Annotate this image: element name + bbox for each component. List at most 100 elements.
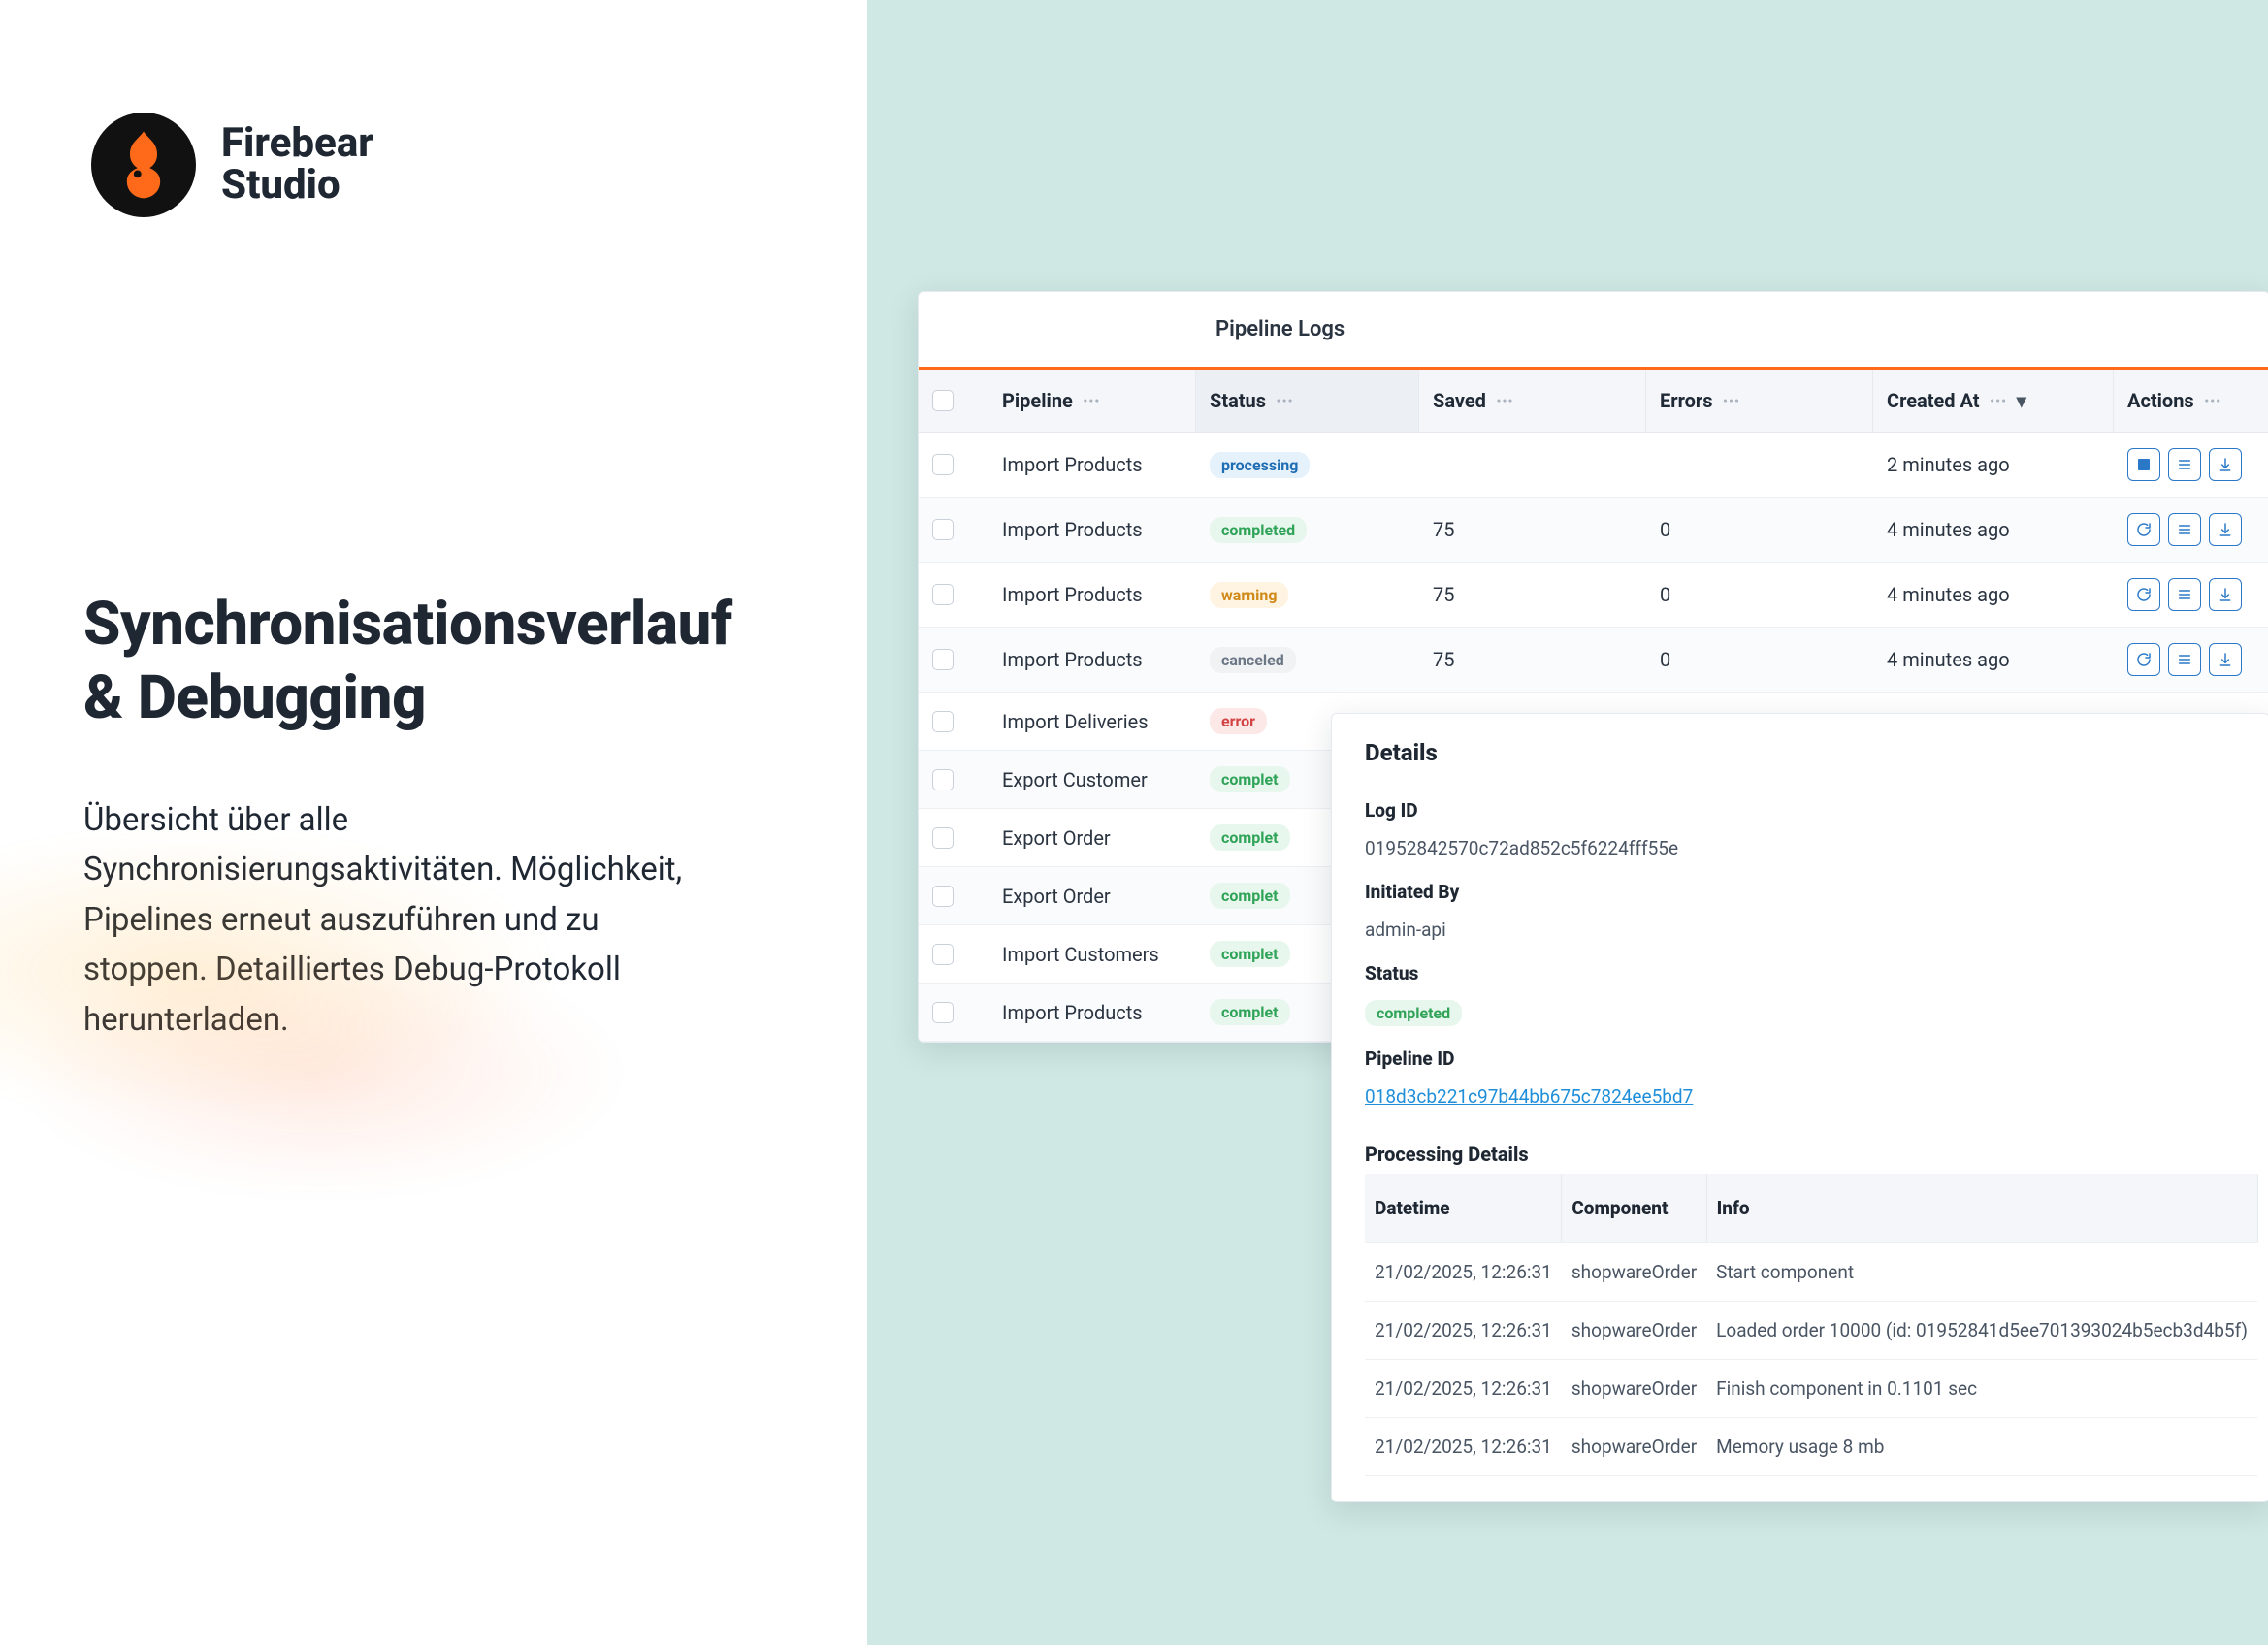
headline-line1: Synchronisationsverlauf [83,589,732,660]
cell-pipeline: Export Order [988,809,1196,867]
cell-created: 4 minutes ago [1873,498,2114,563]
col-menu-icon[interactable]: ··· [2204,389,2221,412]
download-log-button[interactable] [2209,643,2242,676]
col-menu-icon[interactable]: ··· [1276,389,1293,412]
col-menu-icon[interactable]: ··· [1496,389,1513,412]
cell-component: shopwareOrder [1562,1302,1706,1360]
brand-name-line2: Studio [221,164,373,207]
page-copy: Übersicht über alle Synchronisierungsakt… [83,795,704,1045]
status-badge: complet [1210,941,1290,967]
cell-saved: 75 [1419,628,1646,693]
row-checkbox[interactable] [932,769,954,790]
cell-errors: 0 [1646,563,1873,628]
cell-component: shopwareOrder [1562,1418,1706,1476]
cell-actions [2114,433,2268,498]
table-row[interactable]: Import Productscompleted7504 minutes ago [919,498,2268,563]
download-log-button[interactable] [2209,578,2242,611]
cell-info: Loaded order 10000 (id: 01952841d5ee7013… [1706,1302,2257,1360]
brand: Firebear Studio [91,113,373,217]
col-menu-icon[interactable]: ··· [1083,389,1100,412]
label-log-id: Log ID [1365,799,2236,822]
row-checkbox[interactable] [932,944,954,965]
col-info[interactable]: Info [1706,1174,2257,1243]
cell-errors [1646,433,1873,498]
action-group [2127,643,2261,676]
col-checkbox[interactable] [919,370,988,433]
view-logs-button[interactable] [2168,643,2201,676]
col-created[interactable]: Created At···▾ [1873,370,2114,433]
row-checkbox[interactable] [932,649,954,670]
download-log-button[interactable] [2209,448,2242,481]
cell-errors: 0 [1646,498,1873,563]
headline-line2: & Debugging [83,662,426,733]
col-errors-label: Errors [1660,389,1712,412]
table-row[interactable]: Import Productsprocessing2 minutes ago [919,433,2268,498]
view-logs-button[interactable] [2168,578,2201,611]
row-checkbox[interactable] [932,1002,954,1023]
download-log-button[interactable] [2209,513,2242,546]
chevron-down-icon[interactable]: ▾ [2017,389,2026,412]
row-checkbox[interactable] [932,711,954,732]
cell-pipeline: Import Deliveries [988,693,1196,751]
cell-datetime: 21/02/2025, 12:26:31 [1365,1360,1562,1418]
cell-info: Memory usage 8 mb [1706,1418,2257,1476]
cell-actions [2114,498,2268,563]
page-headline: Synchronisationsverlauf & Debugging [83,588,732,734]
table-row[interactable]: Import Productswarning7504 minutes ago [919,563,2268,628]
value-log-id: 01952842570c72ad852c5f6224fff55e [1365,837,2236,859]
cell-pipeline: Export Customer [988,751,1196,809]
value-initiated-by: admin-api [1365,919,2236,941]
col-menu-icon[interactable]: ··· [1990,389,2007,412]
cell-actions [2114,628,2268,693]
status-badge: warning [1210,582,1288,608]
cell-errors: 0 [1646,628,1873,693]
col-status[interactable]: Status··· [1196,370,1419,433]
label-pipeline-id: Pipeline ID [1365,1048,2236,1070]
col-datetime[interactable]: Datetime [1365,1174,1562,1243]
cell-pipeline: Import Products [988,498,1196,563]
view-logs-button[interactable] [2168,513,2201,546]
pipeline-logs-title: Pipeline Logs [919,292,2268,370]
col-pipeline[interactable]: Pipeline ··· [988,370,1196,433]
status-badge: complet [1210,999,1290,1025]
view-logs-button[interactable] [2168,448,2201,481]
cell-created: 4 minutes ago [1873,628,2114,693]
cell-created: 2 minutes ago [1873,433,2114,498]
cell-status: completed [1196,498,1419,563]
select-all-checkbox[interactable] [932,390,954,411]
label-processing-details: Processing Details [1365,1143,2236,1166]
table-row: 21/02/2025, 12:26:31shopwareOrderLoaded … [1365,1302,2257,1360]
table-row[interactable]: Import Productscanceled7504 minutes ago [919,628,2268,693]
action-group [2127,448,2261,481]
value-pipeline-id-link[interactable]: 018d3cb221c97b44bb675c7824ee5bd7 [1365,1085,1693,1108]
cell-status: warning [1196,563,1419,628]
cell-component: shopwareOrder [1562,1360,1706,1418]
rerun-button[interactable] [2127,513,2160,546]
rerun-button[interactable] [2127,643,2160,676]
status-badge: complet [1210,766,1290,792]
col-component[interactable]: Component [1562,1174,1706,1243]
cell-created: 4 minutes ago [1873,563,2114,628]
cell-datetime: 21/02/2025, 12:26:31 [1365,1302,1562,1360]
rerun-button[interactable] [2127,578,2160,611]
cell-pipeline: Import Customers [988,925,1196,984]
cell-saved: 75 [1419,563,1646,628]
action-group [2127,578,2261,611]
row-checkbox[interactable] [932,454,954,475]
cell-pipeline: Import Products [988,984,1196,1042]
cell-actions [2114,563,2268,628]
status-badge: error [1210,708,1267,734]
col-pipeline-label: Pipeline [1002,389,1073,412]
col-errors[interactable]: Errors ··· [1646,370,1873,433]
status-badge: processing [1210,452,1310,478]
row-checkbox[interactable] [932,584,954,605]
col-menu-icon[interactable]: ··· [1722,389,1739,412]
row-checkbox[interactable] [932,519,954,540]
stop-button[interactable] [2127,448,2160,481]
row-checkbox[interactable] [932,827,954,849]
table-row: 21/02/2025, 12:26:31shopwareOrderStart c… [1365,1243,2257,1302]
firebear-icon [106,127,181,203]
details-title: Details [1365,739,2236,766]
row-checkbox[interactable] [932,886,954,907]
col-saved[interactable]: Saved··· [1419,370,1646,433]
